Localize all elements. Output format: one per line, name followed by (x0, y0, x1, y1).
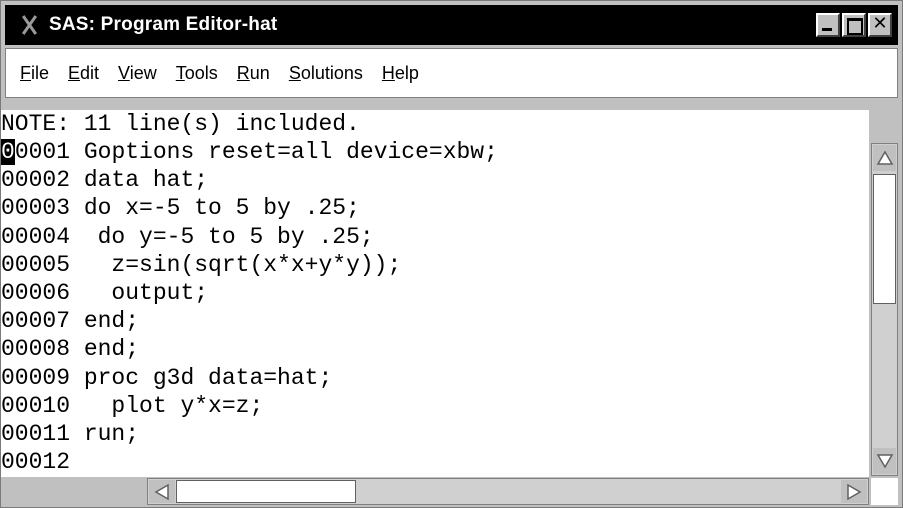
line-number: 00002 (1, 167, 71, 194)
horizontal-scrollbar[interactable] (147, 478, 869, 505)
note-message: NOTE: 11 line(s) included. (1, 111, 360, 137)
scroll-up-arrow-icon[interactable] (873, 145, 896, 171)
line-number: 00011 (1, 420, 71, 447)
code-line[interactable]: 00008 end; (1, 335, 498, 363)
line-number: 00009 (1, 364, 71, 391)
close-icon[interactable]: ✕ (868, 13, 892, 37)
menu-tools[interactable]: Tools (176, 63, 218, 84)
program-editor-window: SAS: Program Editor-hat ✕ File Edit View To… (0, 0, 903, 508)
line-number: 00005 (1, 251, 71, 278)
code-line[interactable]: 00006 output; (1, 279, 498, 307)
window-title: SAS: Program Editor-hat (49, 14, 278, 35)
horizontal-scroll-thumb[interactable] (176, 480, 356, 503)
line-code: end; (83, 336, 140, 363)
line-code: plot y*x=z; (83, 392, 264, 419)
code-line[interactable]: 00011 run; (1, 420, 498, 448)
scroll-down-arrow-icon[interactable] (873, 448, 896, 474)
menu-solutions[interactable]: Solutions (289, 63, 363, 84)
maximize-icon[interactable] (842, 13, 866, 37)
line-number: 00007 (1, 308, 71, 335)
menu-run[interactable]: Run (237, 63, 270, 84)
code-line[interactable]: 00004 do y=-5 to 5 by .25; (1, 223, 498, 251)
code-line[interactable]: 00002 data hat; (1, 166, 498, 194)
menu-edit[interactable]: Edit (68, 63, 99, 84)
code-line[interactable]: 00007 end; (1, 307, 498, 335)
line-number: 00006 (1, 279, 71, 306)
code-line[interactable]: 00010 plot y*x=z; (1, 392, 498, 420)
line-number: 00010 (1, 392, 71, 419)
menu-file[interactable]: File (20, 63, 49, 84)
code-line[interactable]: 00001 Goptions reset=all device=xbw; (1, 138, 498, 166)
minimize-icon[interactable] (816, 13, 840, 37)
line-number: 00001 (1, 139, 71, 165)
code-lines[interactable]: 00001 Goptions reset=all device=xbw; 0000… (1, 138, 498, 476)
line-number: 00003 (1, 195, 71, 222)
line-code: z=sin(sqrt(x*x+y*y)); (83, 251, 402, 278)
line-code: data hat; (83, 167, 209, 194)
code-line[interactable]: 00003 do x=-5 to 5 by .25; (1, 194, 498, 222)
window-controls: ✕ (814, 13, 892, 37)
vertical-scroll-thumb[interactable] (873, 174, 896, 304)
code-line[interactable]: 00012 (1, 448, 498, 476)
line-code: run; (83, 420, 140, 447)
line-code: output; (83, 279, 209, 306)
status-strip (1, 477, 147, 507)
code-editor[interactable]: NOTE: 11 line(s) included. 00001 Goption… (1, 110, 869, 477)
line-code: Goptions reset=all device=xbw; (83, 139, 498, 165)
scroll-left-arrow-icon[interactable] (149, 480, 175, 503)
code-line[interactable]: 00009 proc g3d data=hat; (1, 364, 498, 392)
title-bar[interactable]: SAS: Program Editor-hat ✕ (5, 5, 898, 45)
line-number: 00012 (1, 449, 71, 476)
sas-x-icon[interactable] (17, 12, 43, 38)
line-code: do y=-5 to 5 by .25; (83, 223, 374, 250)
menu-bar: File Edit View Tools Run Solutions Help (5, 48, 898, 98)
menu-view[interactable]: View (118, 63, 157, 84)
code-line[interactable]: 00005 z=sin(sqrt(x*x+y*y)); (1, 251, 498, 279)
scroll-corner (871, 478, 898, 505)
line-code: end; (83, 308, 140, 335)
menu-help[interactable]: Help (382, 63, 419, 84)
line-number: 00004 (1, 223, 71, 250)
line-code: proc g3d data=hat; (83, 364, 333, 391)
vertical-scrollbar[interactable] (871, 143, 898, 476)
line-code: do x=-5 to 5 by .25; (83, 195, 360, 222)
scroll-right-arrow-icon[interactable] (841, 480, 867, 503)
text-cursor: 0 (1, 139, 15, 165)
line-number: 00008 (1, 336, 71, 363)
